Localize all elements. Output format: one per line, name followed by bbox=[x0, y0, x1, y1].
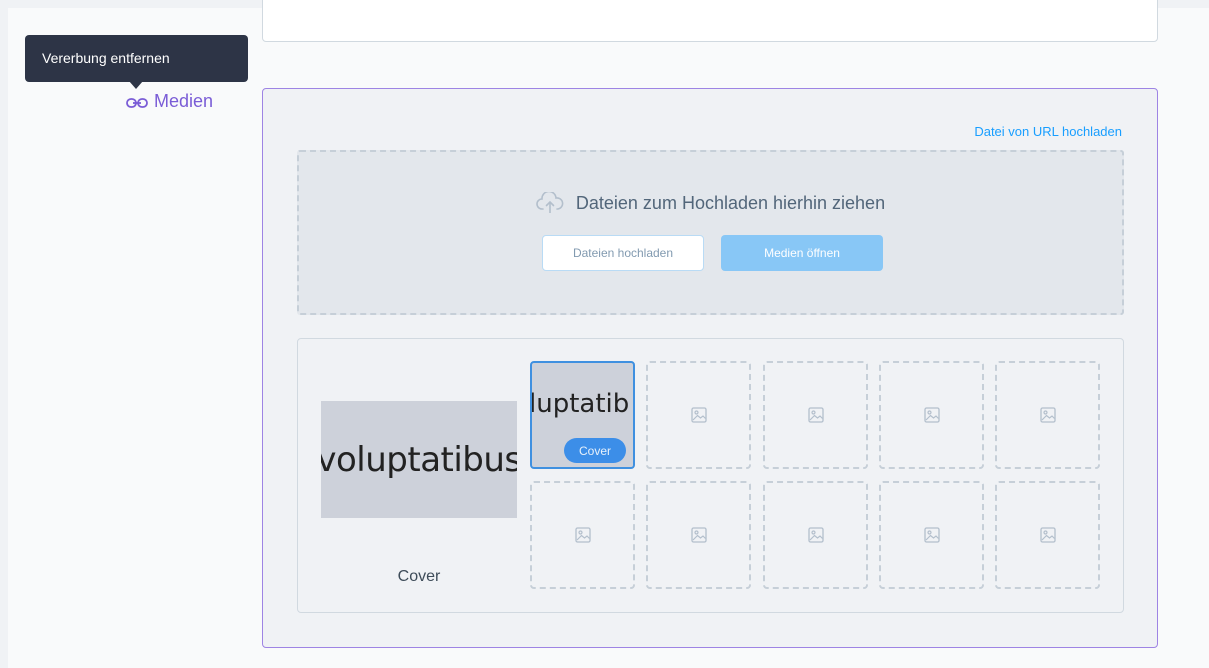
tooltip-arrow bbox=[129, 81, 143, 89]
media-placeholder[interactable] bbox=[995, 361, 1100, 469]
image-icon bbox=[807, 407, 824, 423]
image-icon bbox=[923, 407, 940, 423]
thumbnail-text: luptatib bbox=[530, 389, 630, 419]
open-media-button[interactable]: Medien öffnen bbox=[721, 235, 883, 271]
inheritance-tooltip: Vererbung entfernen bbox=[25, 35, 248, 82]
image-icon bbox=[1039, 527, 1056, 543]
image-icon bbox=[574, 527, 591, 543]
media-placeholder[interactable] bbox=[879, 481, 984, 589]
image-icon bbox=[1039, 407, 1056, 423]
image-icon bbox=[807, 527, 824, 543]
media-placeholder[interactable] bbox=[763, 361, 868, 469]
media-placeholder[interactable] bbox=[879, 361, 984, 469]
media-field-label: Medien bbox=[126, 90, 213, 112]
media-placeholder[interactable] bbox=[763, 481, 868, 589]
image-icon bbox=[690, 407, 707, 423]
media-gallery: voluptatibus Cover luptatib Cover bbox=[297, 338, 1124, 613]
media-placeholder[interactable] bbox=[995, 481, 1100, 589]
cloud-upload-icon bbox=[536, 190, 564, 214]
cover-badge: Cover bbox=[564, 438, 626, 463]
dropzone-text: Dateien zum Hochladen hierhin ziehen bbox=[575, 192, 886, 213]
cover-caption: Cover bbox=[397, 568, 441, 585]
upload-from-url-link[interactable]: Datei von URL hochladen bbox=[974, 124, 1122, 139]
cover-preview-image[interactable]: voluptatibus bbox=[321, 401, 517, 518]
image-icon bbox=[690, 527, 707, 543]
image-icon bbox=[923, 527, 940, 543]
media-label-text: Medien bbox=[154, 90, 214, 111]
media-placeholder[interactable] bbox=[530, 481, 635, 589]
previous-card bbox=[262, 0, 1158, 42]
dropzone-message: Dateien zum Hochladen hierhin ziehen bbox=[299, 190, 1122, 214]
link-icon[interactable] bbox=[126, 94, 148, 108]
upload-dropzone[interactable]: Dateien zum Hochladen hierhin ziehen Dat… bbox=[297, 150, 1124, 315]
tooltip-text: Vererbung entfernen bbox=[42, 50, 170, 66]
upload-files-button[interactable]: Dateien hochladen bbox=[542, 235, 704, 271]
media-placeholder[interactable] bbox=[646, 361, 751, 469]
media-thumbnail-active[interactable]: luptatib Cover bbox=[530, 361, 635, 469]
media-placeholder[interactable] bbox=[646, 481, 751, 589]
media-card: Datei von URL hochladen Dateien zum Hoch… bbox=[262, 88, 1158, 648]
cover-preview-text: voluptatibus bbox=[321, 439, 517, 480]
